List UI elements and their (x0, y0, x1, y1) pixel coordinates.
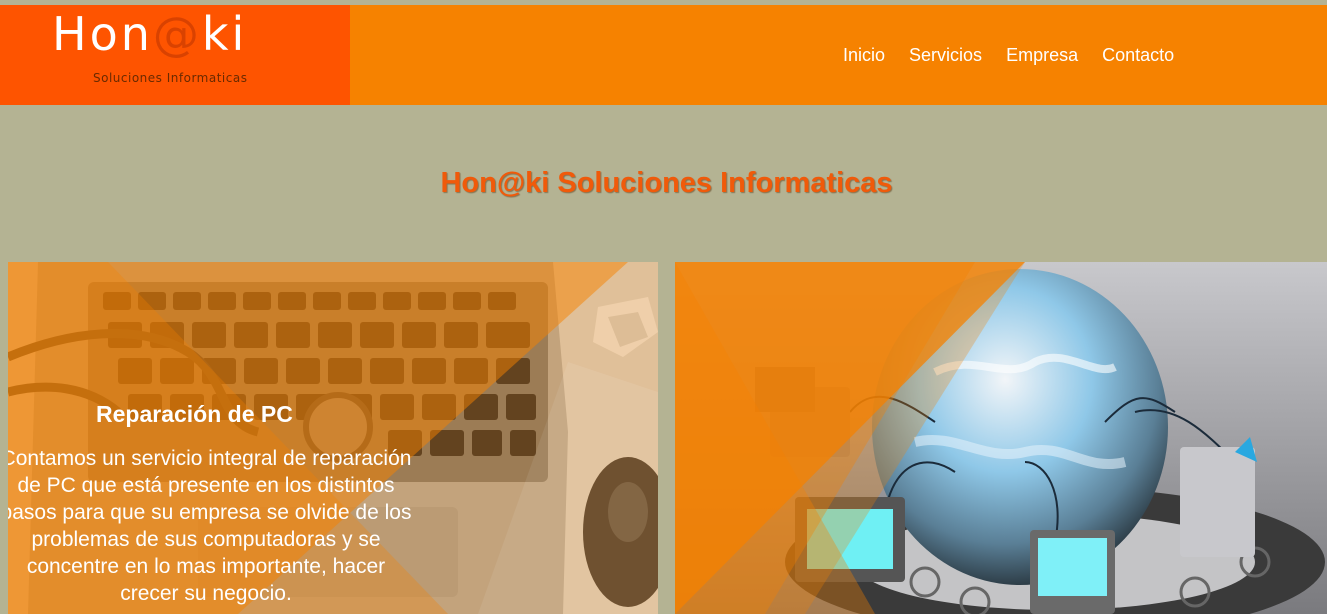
service-description: Contamos un servicio integral de reparac… (8, 447, 412, 605)
nav-contacto[interactable]: Contacto (1102, 45, 1174, 65)
brand-logo[interactable]: Hon@ki Soluciones Informaticas (0, 5, 350, 105)
service-title: Reparación de PC (96, 401, 293, 427)
service-card-pc-repair[interactable]: Reparación de PC Contamos un servicio in… (8, 262, 658, 614)
site-header: Hon@ki Soluciones Informaticas Inicio Se… (0, 5, 1327, 105)
network-globe-illustration (675, 262, 1327, 614)
page-title: Hon@ki Soluciones Informaticas (440, 167, 893, 199)
main-nav: Inicio Servicios Empresa Contacto (843, 45, 1174, 65)
logo-tagline: Soluciones Informaticas (93, 71, 248, 85)
nav-empresa[interactable]: Empresa (1006, 45, 1078, 65)
nav-servicios[interactable]: Servicios (909, 45, 982, 65)
nav-inicio[interactable]: Inicio (843, 45, 885, 65)
logo-wordmark: Hon@ki (52, 7, 248, 61)
service-card-networks[interactable] (675, 262, 1327, 614)
